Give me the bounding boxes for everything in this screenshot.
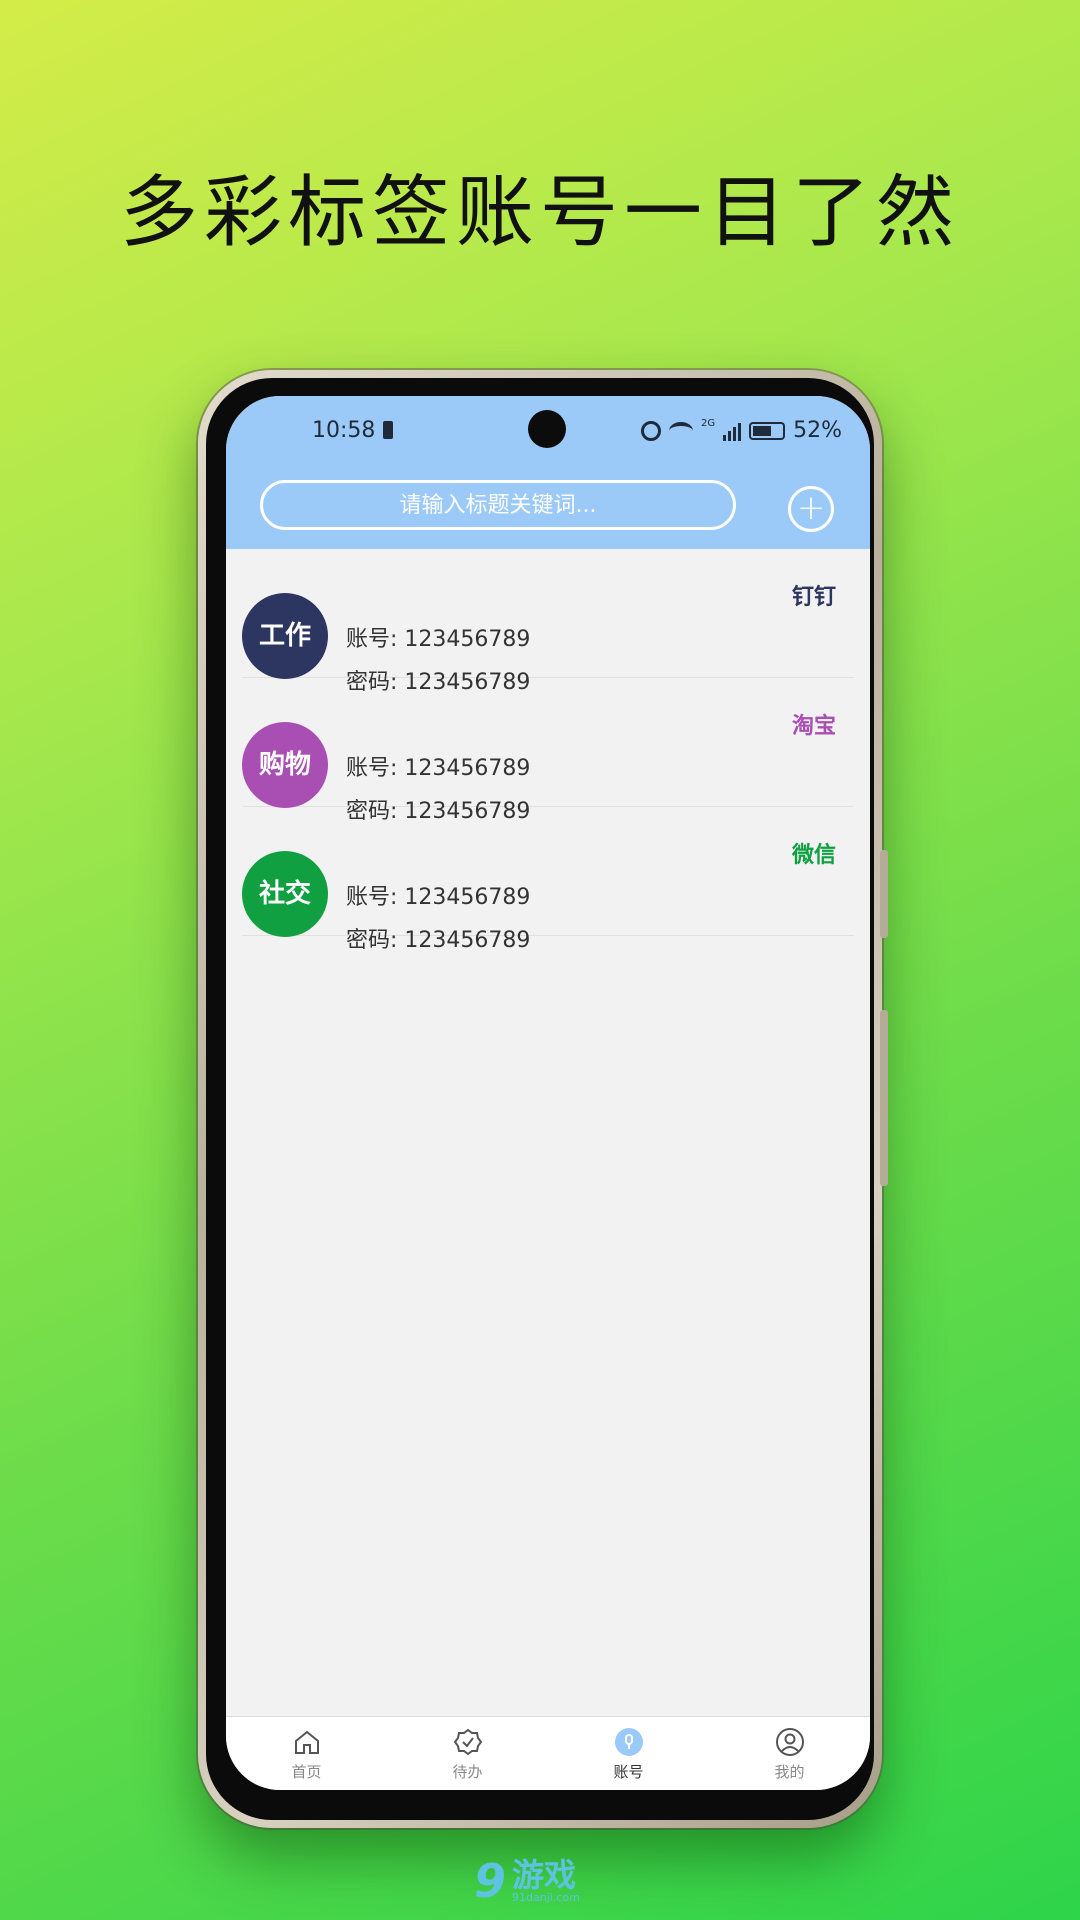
account-value: 123456789 (404, 627, 531, 652)
profile-icon (775, 1728, 804, 1756)
password-label: 密码: (346, 928, 398, 953)
account-item-social[interactable]: 社交 账号: 123456789 密码: 123456789 微信 (242, 807, 854, 953)
category-avatar: 社交 (242, 851, 328, 937)
app-header: 10:58 2G 52% + (226, 396, 870, 549)
home-icon (294, 1730, 319, 1754)
phone-frame: 10:58 2G 52% + 工作 (198, 370, 888, 1828)
account-value: 123456789 (404, 885, 531, 910)
phone-bezel: 10:58 2G 52% + 工作 (206, 378, 874, 1820)
search-input[interactable] (260, 480, 736, 530)
tab-todo[interactable]: 待办 (387, 1717, 548, 1790)
status-icons: 2G 52% (640, 418, 842, 443)
account-field: 账号: 123456789 (346, 879, 530, 911)
add-account-button[interactable]: + (788, 486, 834, 532)
tab-label: 账号 (613, 1763, 644, 1781)
status-bar: 10:58 2G 52% (226, 396, 870, 468)
tab-label: 待办 (452, 1763, 483, 1781)
category-avatar: 工作 (242, 593, 328, 679)
watermark-url: 91danji.com (512, 1891, 580, 1904)
tab-accounts[interactable]: 账号 (548, 1717, 709, 1790)
platform-tag: 微信 (791, 843, 836, 868)
todo-check-icon (453, 1728, 482, 1756)
tab-home[interactable]: 首页 (226, 1717, 387, 1790)
account-label: 账号: (346, 756, 398, 781)
category-avatar: 购物 (242, 722, 328, 808)
account-key-icon (614, 1728, 643, 1756)
account-value: 123456789 (404, 756, 531, 781)
network-type: 2G (700, 418, 716, 429)
account-item-shopping[interactable]: 购物 账号: 123456789 密码: 123456789 淘宝 (242, 678, 854, 824)
promo-headline: 多彩标签账号一目了然 (119, 168, 960, 258)
bottom-tab-bar: 首页 待办 账号 我的 (226, 1716, 870, 1790)
tab-label: 我的 (774, 1763, 805, 1781)
platform-tag: 钉钉 (791, 585, 836, 610)
phone-screen: 10:58 2G 52% + 工作 (226, 396, 870, 1790)
account-label: 账号: (346, 885, 398, 910)
status-time: 10:58 (312, 418, 376, 443)
battery-alert-icon (383, 421, 393, 439)
account-label: 账号: (346, 627, 398, 652)
wifi-icon (668, 421, 693, 440)
power-button (880, 1010, 888, 1186)
account-list: 工作 账号: 123456789 密码: 123456789 钉钉 购物 账号:… (226, 549, 870, 953)
alarm-icon (640, 420, 661, 441)
watermark-logo-number: 9 (474, 1854, 507, 1908)
volume-button (880, 850, 888, 938)
watermark-text: 游戏 (512, 1856, 577, 1894)
tab-label: 首页 (291, 1763, 322, 1781)
password-field: 密码: 123456789 (346, 922, 530, 954)
battery-icon (749, 421, 786, 440)
front-camera (528, 410, 566, 448)
site-watermark: 9 游戏 91danji.com (474, 1858, 580, 1904)
password-value: 123456789 (404, 928, 531, 953)
account-item-work[interactable]: 工作 账号: 123456789 密码: 123456789 钉钉 (242, 549, 854, 695)
platform-tag: 淘宝 (791, 714, 836, 739)
signal-icon (723, 421, 742, 441)
tab-profile[interactable]: 我的 (709, 1717, 870, 1790)
battery-level: 52% (793, 418, 842, 443)
account-field: 账号: 123456789 (346, 621, 530, 653)
account-field: 账号: 123456789 (346, 750, 530, 782)
